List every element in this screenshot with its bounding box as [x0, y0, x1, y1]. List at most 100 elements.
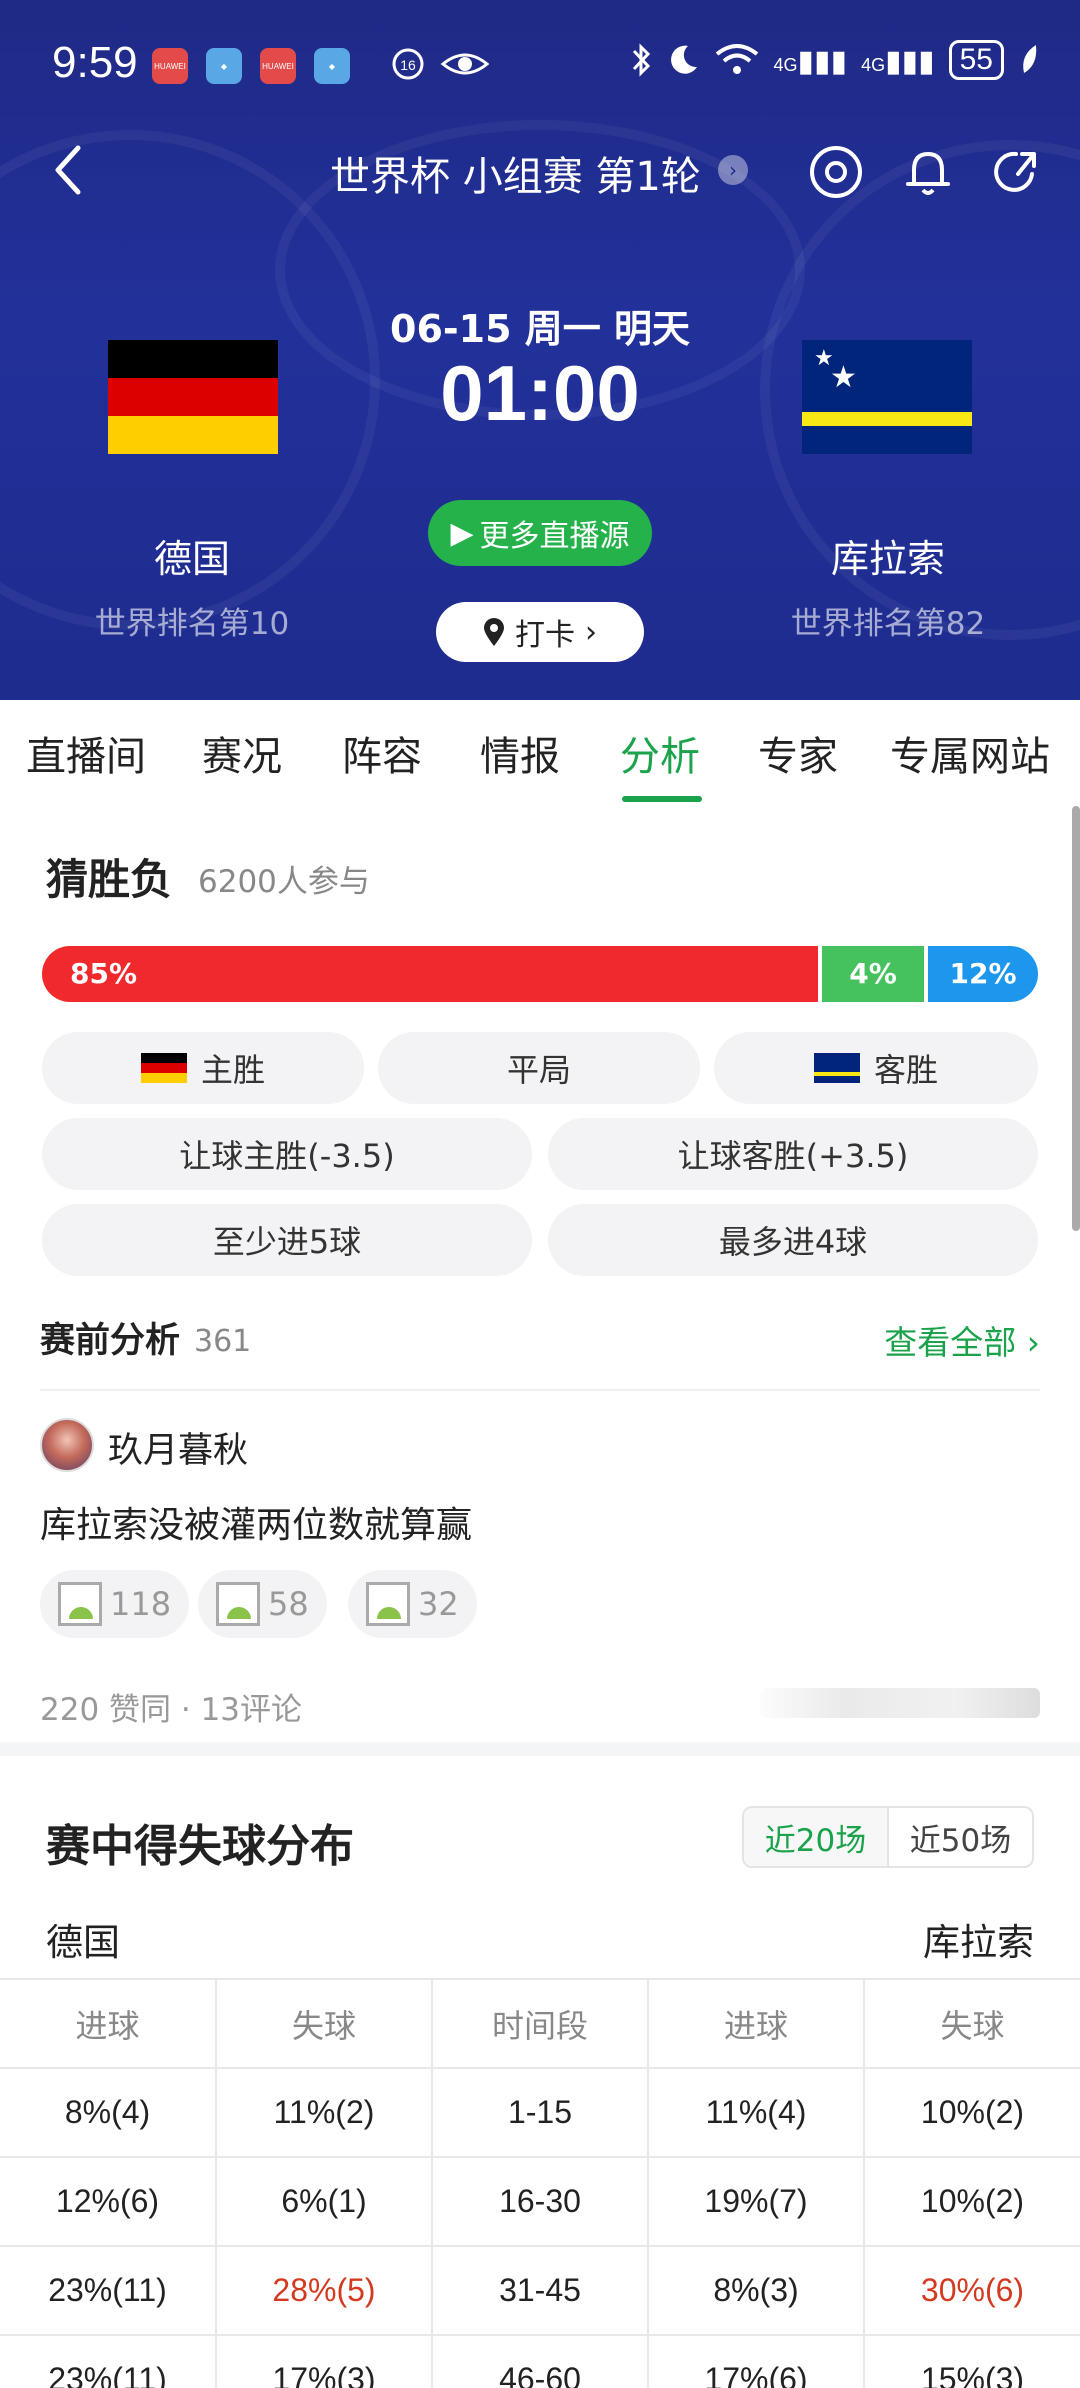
table-cell-highlight: 30%(6) — [863, 2245, 1080, 2336]
status-right: 4G▮▮▮ 4G▮▮▮ 55 — [630, 40, 1040, 80]
see-all-link[interactable]: 查看全部 › — [884, 1316, 1040, 1364]
col-home-scored: 进球 — [0, 1978, 217, 2069]
draw-label: 平局 — [506, 1051, 571, 1089]
avatar[interactable] — [40, 1418, 94, 1472]
table-cell: 16-30 — [431, 2156, 649, 2247]
home-win-bar: 85% — [42, 946, 818, 1002]
see-all-label: 查看全部 — [884, 1323, 1017, 1362]
cube-app-icon: ◆ — [206, 48, 242, 84]
bluetooth-icon — [632, 43, 650, 77]
wifi-icon — [715, 44, 758, 74]
table-header-row: 进球 失球 时间段 进球 失球 — [0, 1978, 1080, 2069]
tab-exclusive-site[interactable]: 专属网站 — [890, 724, 1050, 782]
signal-1-icon: 4G▮▮▮ — [773, 44, 848, 78]
more-live-label: 更多直播源 — [479, 519, 630, 554]
cube-app-icon: ◆ — [314, 48, 350, 84]
active-tab-indicator — [622, 796, 702, 802]
page-title[interactable]: 世界杯 小组赛 第1轮 — [330, 144, 701, 202]
table-row: 23%(11) 28%(5) 31-45 8%(3) 30%(6) — [0, 2245, 1080, 2336]
image-count: 58 — [268, 1585, 309, 1623]
home-mini-flag — [140, 1053, 187, 1083]
moon-icon — [670, 45, 697, 74]
tab-match-status[interactable]: 赛况 — [202, 724, 282, 782]
filter-last-50[interactable]: 近50场 — [889, 1808, 1032, 1866]
table-cell: 11%(4) — [647, 2067, 865, 2158]
chevron-right-icon: › — [585, 614, 597, 650]
more-live-button[interactable]: ▶ 更多直播源 — [428, 500, 652, 566]
scrollbar[interactable] — [1072, 806, 1080, 1231]
match-date: 06-15 周一 明天 — [390, 307, 690, 351]
away-mini-flag — [813, 1053, 860, 1083]
at-least-goals-option[interactable]: 至少进5球 — [42, 1204, 532, 1276]
away-team-name[interactable]: 库拉索 — [738, 528, 1038, 583]
post-text[interactable]: 库拉索没被灌两位数就算赢 — [40, 1496, 472, 1548]
table-cell: 1-15 — [431, 2067, 649, 2158]
guess-title: 猜胜负 — [46, 855, 173, 904]
huawei-app-icon: HUAWEI — [260, 48, 296, 84]
table-cell: 31-45 — [431, 2245, 649, 2336]
table-cell: 19%(7) — [647, 2156, 865, 2247]
home-win-label: 主胜 — [200, 1051, 265, 1089]
image-icon — [366, 1582, 410, 1626]
match-header: 9:59 HUAWEI ◆ HUAWEI ◆ 16 4G▮▮▮ 4G▮▮▮ 55… — [0, 0, 1080, 700]
image-icon — [58, 1582, 102, 1626]
distribution-title: 赛中得失球分布 — [46, 1821, 354, 1872]
post-image-chip[interactable]: 58 — [198, 1570, 327, 1638]
handicap-away-option[interactable]: 让球客胜(+3.5) — [548, 1118, 1038, 1190]
table-cell: 15%(3) — [863, 2334, 1080, 2388]
away-team-rank: 世界排名第82 — [790, 606, 986, 642]
bell-icon[interactable] — [900, 144, 956, 200]
table-row: 12%(6) 6%(1) 16-30 19%(7) 10%(2) — [0, 2156, 1080, 2247]
eye-comfort-icon: 16 — [392, 48, 424, 80]
post-image-chip[interactable]: 118 — [40, 1570, 190, 1638]
away-flag: ★ ★ — [802, 340, 972, 454]
image-count: 32 — [418, 1585, 459, 1623]
away-win-bar: 12% — [928, 946, 1038, 1002]
battery-icon: 55 — [948, 40, 1004, 80]
chevron-right-icon: › — [1026, 1323, 1040, 1362]
table-row: 8%(4) 11%(2) 1-15 11%(4) 10%(2) — [0, 2067, 1080, 2158]
home-team-rank: 世界排名第10 — [94, 606, 290, 642]
table-cell: 17%(3) — [215, 2334, 433, 2388]
checkin-button[interactable]: 打卡 › — [436, 602, 644, 662]
table-row: 23%(11) 17%(3) 46-60 17%(6) 15%(3) — [0, 2334, 1080, 2388]
signal-2-icon: 4G▮▮▮ — [861, 44, 935, 78]
draw-option[interactable]: 平局 — [378, 1032, 700, 1104]
tab-analysis[interactable]: 分析 — [620, 724, 700, 782]
table-cell: 46-60 — [431, 2334, 649, 2388]
filter-last-20[interactable]: 近20场 — [744, 1808, 889, 1866]
guess-participants: 6200人参与 — [198, 864, 370, 900]
tab-experts[interactable]: 专家 — [758, 724, 838, 782]
tab-lineup[interactable]: 阵容 — [342, 724, 422, 782]
notification-icons: HUAWEI ◆ HUAWEI ◆ — [152, 48, 350, 84]
post-author[interactable]: 玖月暮秋 — [108, 1422, 248, 1473]
tab-live-room[interactable]: 直播间 — [26, 724, 146, 782]
table-cell: 8%(3) — [647, 2245, 865, 2336]
at-most-goals-option[interactable]: 最多进4球 — [548, 1204, 1038, 1276]
handicap-home-option[interactable]: 让球主胜(-3.5) — [42, 1118, 532, 1190]
home-flag — [108, 340, 278, 454]
table-cell: 10%(2) — [863, 2067, 1080, 2158]
location-pin-icon — [484, 618, 504, 646]
tab-bar: 直播间 赛况 阵容 情报 分析 专家 专属网站 — [0, 700, 1080, 806]
table-cell: 23%(11) — [0, 2245, 217, 2336]
home-win-option[interactable]: 主胜 — [42, 1032, 364, 1104]
image-count: 118 — [110, 1585, 172, 1623]
away-win-label: 客胜 — [873, 1051, 938, 1089]
target-icon[interactable] — [808, 144, 864, 200]
pre-analysis-title: 赛前分析 — [40, 1321, 181, 1361]
svg-text:16: 16 — [400, 57, 416, 73]
post-image-chip[interactable]: 32 — [348, 1570, 477, 1638]
table-cell-highlight: 28%(5) — [215, 2245, 433, 2336]
away-win-option[interactable]: 客胜 — [714, 1032, 1038, 1104]
draw-bar: 4% — [822, 946, 924, 1002]
nav-bar: 世界杯 小组赛 第1轮 › — [0, 130, 1080, 210]
share-icon[interactable] — [988, 144, 1044, 200]
status-extra-icons: 16 — [390, 46, 490, 82]
title-chevron-icon[interactable]: › — [718, 155, 748, 185]
table-cell: 8%(4) — [0, 2067, 217, 2158]
dist-home-team: 德国 — [46, 1921, 120, 1964]
home-team-name[interactable]: 德国 — [42, 528, 342, 583]
back-arrow-icon[interactable] — [46, 142, 90, 198]
tab-intel[interactable]: 情报 — [480, 724, 560, 782]
